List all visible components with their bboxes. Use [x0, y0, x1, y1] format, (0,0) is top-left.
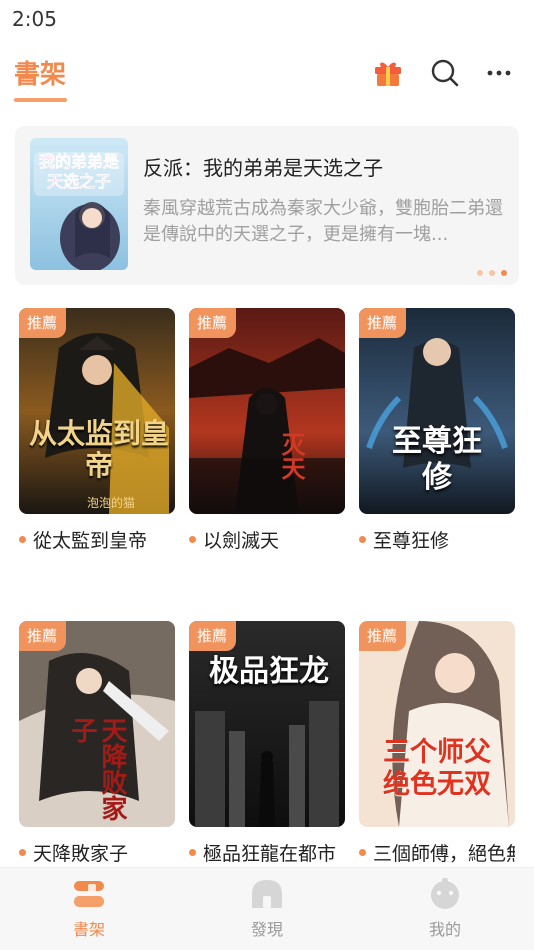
- book-cover[interactable]: 三个师父 绝色无双 推薦: [359, 621, 515, 827]
- tab-label: 書架: [72, 920, 105, 939]
- book-card[interactable]: 天降败家子 推薦 天降敗家子: [19, 621, 175, 866]
- featured-banner[interactable]: 我的弟弟是天选之子 反派：我的弟弟是天选之子 秦風穿越荒古成為秦家大少爺，雙胞胎…: [15, 126, 519, 285]
- tab-bookshelf[interactable]: 書架: [29, 878, 149, 940]
- tab-label: 我的: [428, 920, 461, 939]
- active-tab-indicator: [14, 98, 67, 102]
- recommend-badge: 推薦: [189, 621, 237, 651]
- gift-icon[interactable]: [371, 56, 405, 90]
- profile-icon: [431, 878, 459, 909]
- bottom-tab-bar: 書架 發現 我的: [0, 867, 534, 950]
- book-cover[interactable]: 至尊狂修 推薦: [359, 308, 515, 514]
- recommend-badge: 推薦: [19, 621, 67, 651]
- book-cover[interactable]: 极品狂龙 推薦: [189, 621, 345, 827]
- book-cover-text: 从太监到皇帝: [29, 417, 170, 482]
- discover-icon: [252, 880, 282, 908]
- pagination-dot: [477, 270, 483, 276]
- banner-pagination: [477, 270, 507, 276]
- tab-profile[interactable]: 我的: [385, 878, 505, 940]
- banner-description: 秦風穿越荒古成為秦家大少爺，雙胞胎二弟還是傳說中的天選之子，更是擁有一塊...: [143, 198, 503, 245]
- book-card[interactable]: 从太监到皇帝 泡泡的猫 推薦 從太監到皇帝: [19, 308, 175, 553]
- book-card[interactable]: 灭天 推薦 以劍滅天: [189, 308, 345, 553]
- bookshelf-icon: [74, 881, 104, 907]
- book-title[interactable]: 以劍滅天: [189, 526, 345, 553]
- recommend-badge: 推薦: [189, 308, 237, 338]
- book-title[interactable]: 三個師傅，絕色無雙: [359, 839, 515, 866]
- recommend-badge: 推薦: [359, 308, 407, 338]
- pagination-dot: [489, 270, 495, 276]
- book-card[interactable]: 三个师父 绝色无双 推薦 三個師傅，絕色無雙: [359, 621, 515, 866]
- banner-cover-image[interactable]: 我的弟弟是天选之子: [30, 138, 128, 270]
- tab-label: 發現: [250, 920, 283, 939]
- tab-discover[interactable]: 發現: [207, 878, 327, 940]
- book-cover-text: 至尊狂修: [392, 424, 482, 495]
- book-cover-text: 灭天: [277, 432, 306, 480]
- banner-title[interactable]: 反派：我的弟弟是天选之子: [143, 152, 383, 181]
- book-title[interactable]: 天降敗家子: [19, 839, 175, 866]
- book-cover[interactable]: 天降败家子 推薦: [19, 621, 175, 827]
- status-time: 2:05: [12, 7, 57, 31]
- book-card[interactable]: 至尊狂修 推薦 至尊狂修: [359, 308, 515, 553]
- book-cover-text: 极品狂龙: [209, 654, 329, 689]
- book-title[interactable]: 極品狂龍在都市: [189, 839, 345, 866]
- book-cover-text: 天降败家子: [67, 717, 127, 821]
- book-cover[interactable]: 从太监到皇帝 泡泡的猫 推薦: [19, 308, 175, 514]
- recommend-badge: 推薦: [359, 621, 407, 651]
- header: 書架: [0, 44, 534, 106]
- book-cover-author: 泡泡的猫: [87, 496, 136, 510]
- pagination-dot-active: [501, 270, 507, 276]
- recommend-badge: 推薦: [19, 308, 67, 338]
- status-bar: 2:05: [0, 0, 534, 38]
- page-title[interactable]: 書架: [14, 54, 66, 91]
- book-title[interactable]: 至尊狂修: [359, 526, 515, 553]
- book-cover-text: 三个师父 绝色无双: [383, 737, 491, 800]
- banner-cover-text: 我的弟弟是天选之子: [38, 152, 120, 192]
- book-title[interactable]: 從太監到皇帝: [19, 526, 175, 553]
- more-icon[interactable]: [483, 56, 517, 90]
- book-cover[interactable]: 灭天 推薦: [189, 308, 345, 514]
- book-card[interactable]: 极品狂龙 推薦 極品狂龍在都市: [189, 621, 345, 866]
- search-icon[interactable]: [428, 56, 462, 90]
